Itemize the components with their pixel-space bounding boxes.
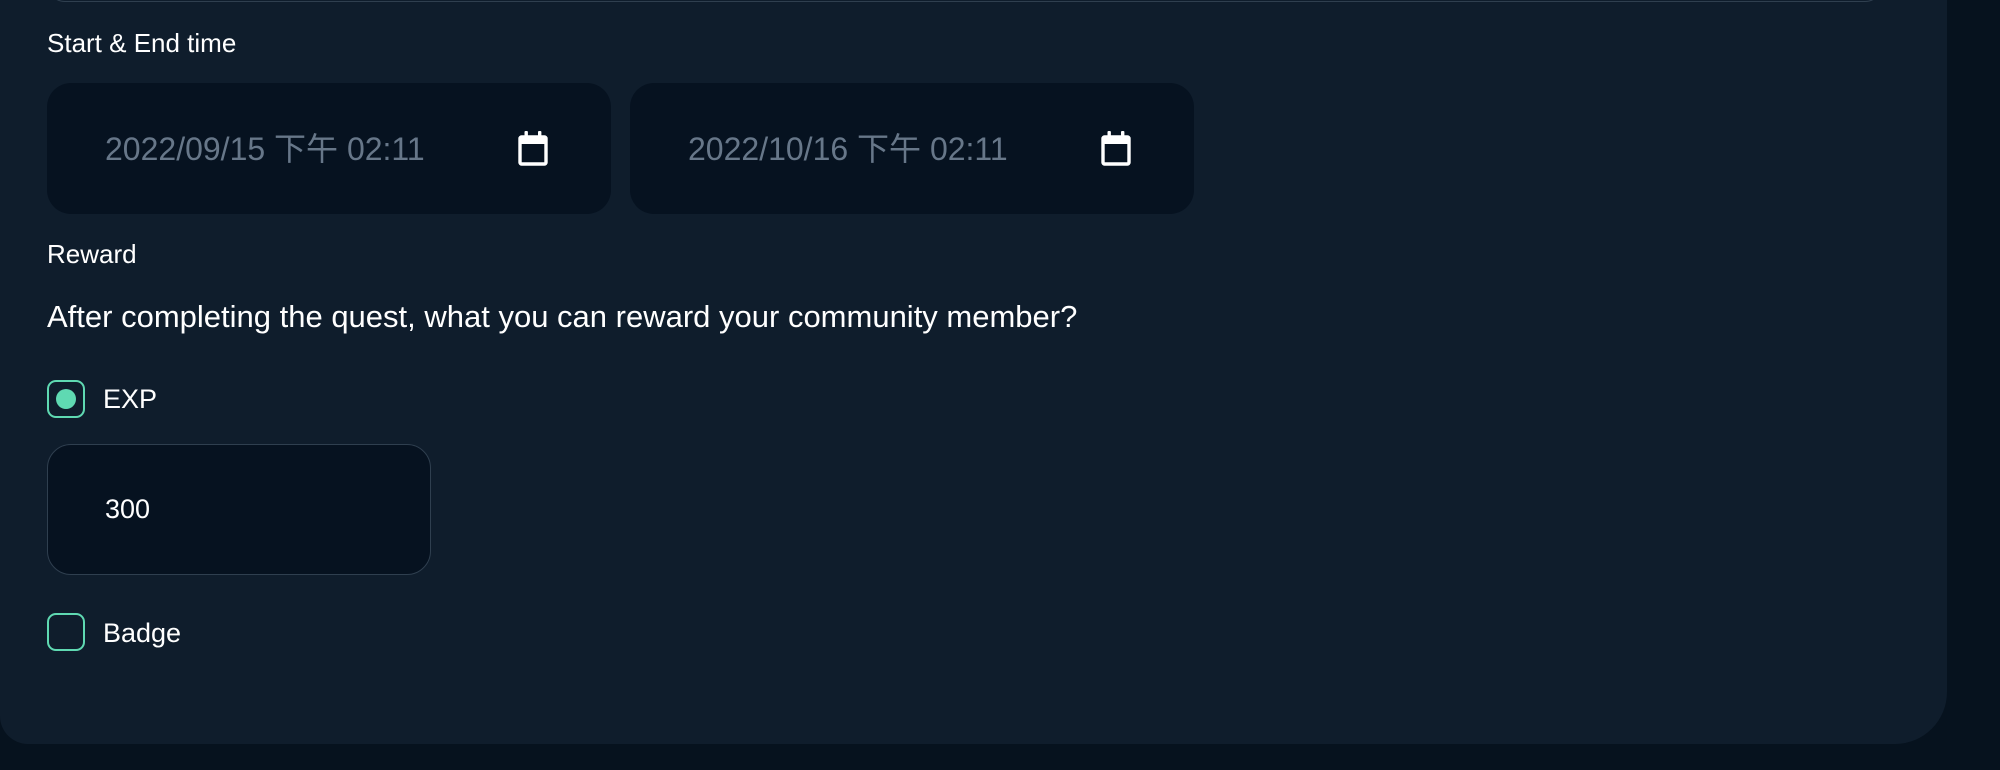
exp-checkbox-dot xyxy=(56,389,76,409)
calendar-icon[interactable] xyxy=(517,130,549,167)
reward-label: Reward xyxy=(47,239,137,269)
exp-label[interactable]: EXP xyxy=(103,382,157,416)
exp-checkbox[interactable] xyxy=(47,380,85,418)
start-date-value: 2022/09/15 下午 02:11 xyxy=(105,131,425,167)
badge-checkbox[interactable] xyxy=(47,613,85,651)
exp-amount-input[interactable] xyxy=(47,444,431,575)
quest-form-panel: Start & End time 2022/09/15 下午 02:11 202… xyxy=(0,0,1947,744)
start-date-field[interactable]: 2022/09/15 下午 02:11 xyxy=(47,83,611,214)
end-date-field[interactable]: 2022/10/16 下午 02:11 xyxy=(630,83,1194,214)
start-end-time-label: Start & End time xyxy=(47,28,237,58)
reward-question: After completing the quest, what you can… xyxy=(47,299,1078,334)
end-date-value: 2022/10/16 下午 02:11 xyxy=(688,131,1008,167)
badge-label[interactable]: Badge xyxy=(103,616,181,650)
calendar-icon[interactable] xyxy=(1100,130,1132,167)
previous-field-edge[interactable] xyxy=(47,0,1883,2)
